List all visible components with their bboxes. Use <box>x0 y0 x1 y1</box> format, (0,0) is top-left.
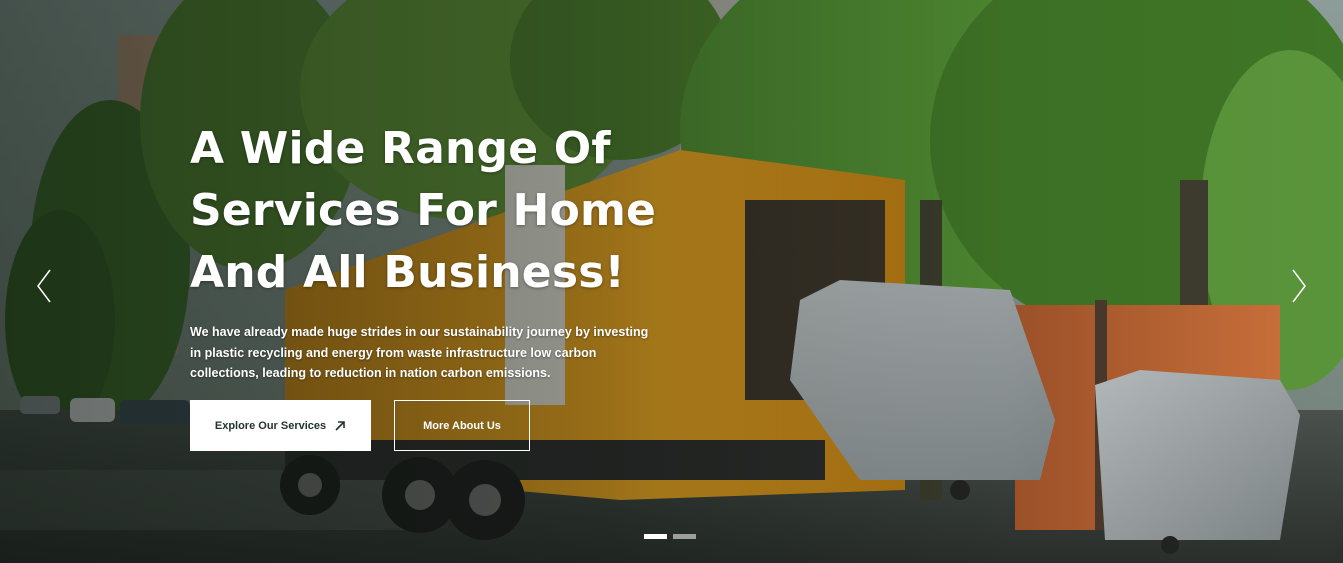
slide-dot[interactable] <box>644 534 667 539</box>
hero-slider: A Wide Range Of Services For Home And Al… <box>0 0 1343 563</box>
headline-line: Services For Home <box>190 185 657 236</box>
headline-line: And All Business! <box>190 247 625 298</box>
more-about-us-label: More About Us <box>423 419 501 432</box>
chevron-left-icon[interactable] <box>35 268 53 304</box>
chevron-right-icon[interactable] <box>1290 268 1308 304</box>
hero-content: A Wide Range Of Services For Home And Al… <box>190 118 670 384</box>
explore-services-label: Explore Our Services <box>214 419 327 432</box>
slide-dot[interactable] <box>673 534 696 539</box>
more-about-us-button[interactable]: More About Us <box>394 400 530 451</box>
hero-buttons: Explore Our Services More About Us <box>190 400 530 451</box>
headline-line: A Wide Range Of <box>190 123 611 174</box>
slider-pagination <box>644 534 696 539</box>
subtitle-line: in plastic recycling and energy from was… <box>190 345 597 360</box>
hero-headline: A Wide Range Of Services For Home And Al… <box>190 118 670 304</box>
arrow-up-right-icon <box>335 420 345 431</box>
subtitle-line: collections, leading to reduction in nat… <box>190 366 551 380</box>
subtitle-line: We have already made huge strides in our… <box>190 325 649 339</box>
hero-subtitle: We have already made huge strides in our… <box>190 322 649 384</box>
explore-services-button[interactable]: Explore Our Services <box>190 400 371 451</box>
